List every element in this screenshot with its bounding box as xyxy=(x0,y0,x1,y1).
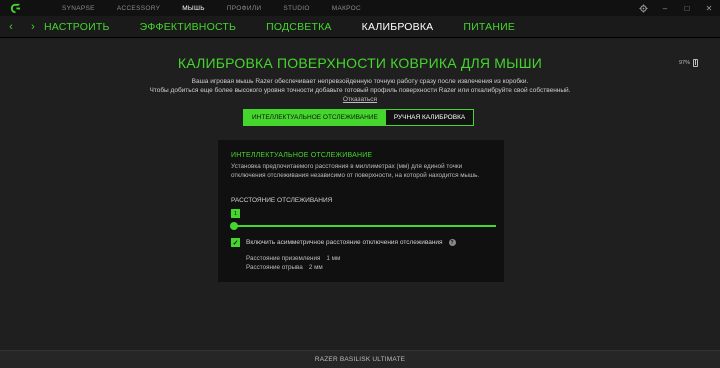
page-title: КАЛИБРОВКА ПОВЕРХНОСТИ КОВРИКА ДЛЯ МЫШИ xyxy=(177,55,543,71)
asymmetric-checkbox[interactable]: ✓ xyxy=(231,238,240,247)
liftoff-distance-value: 2 мм xyxy=(308,264,323,271)
description-line-2: Чтобы добиться еще более высокого уровня… xyxy=(149,87,571,94)
battery-percent: 97% xyxy=(678,60,690,66)
tab-performance[interactable]: ЭФФЕКТИВНОСТЬ xyxy=(140,21,237,33)
topnav-profiles[interactable]: ПРОФИЛИ xyxy=(227,5,262,12)
smart-tracking-button[interactable]: ИНТЕЛЛЕКТУАЛЬНОЕ ОТСЛЕЖИВАНИЕ xyxy=(244,110,386,125)
topnav-macros[interactable]: МАКРОС xyxy=(332,5,361,12)
liftoff-distance: Расстояние отрыва 2 мм xyxy=(246,264,323,271)
title-bar: SYNAPSE ACCESSORY МЫШЬ ПРОФИЛИ STUDIO МА… xyxy=(0,0,720,16)
description-line-1: Ваша игровая мышь Razer обеспечивает неп… xyxy=(191,78,529,85)
top-navigation: SYNAPSE ACCESSORY МЫШЬ ПРОФИЛИ STUDIO МА… xyxy=(30,0,383,16)
razer-logo-icon xyxy=(0,0,30,16)
smart-tracking-card: ИНТЕЛЛЕКТУАЛЬНОЕ ОТСЛЕЖИВАНИЕ Установка … xyxy=(218,140,504,282)
device-name: RAZER BASILISK ULTIMATE xyxy=(314,356,406,363)
cancel-link[interactable]: Отказаться xyxy=(0,95,720,104)
card-title: ИНТЕЛЛЕКТУАЛЬНОЕ ОТСЛЕЖИВАНИЕ xyxy=(231,152,373,159)
liftoff-distance-label: Расстояние отрыва xyxy=(246,264,303,271)
back-arrow-icon[interactable]: ‹ xyxy=(9,21,13,33)
battery-indicator: 97% xyxy=(679,59,698,67)
maximize-button[interactable]: □ xyxy=(676,0,698,16)
card-description: Установка предпочитаемого расстояния в м… xyxy=(231,163,480,179)
asymmetric-option: ✓ Включить асимметричное расстояние откл… xyxy=(231,238,456,247)
tab-lighting[interactable]: ПОДСВЕТКА xyxy=(266,21,332,33)
landing-distance-label: Расстояние приземления xyxy=(246,255,321,262)
tracking-distance-label: РАССТОЯНИЕ ОТСЛЕЖИВАНИЯ xyxy=(231,197,333,204)
tracking-distance-slider[interactable] xyxy=(233,225,496,227)
slider-value-badge: 1 xyxy=(231,209,240,218)
topnav-accessory[interactable]: ACCESSORY xyxy=(117,5,160,12)
landing-distance-value: 1 мм xyxy=(326,255,341,262)
topnav-mouse[interactable]: МЫШЬ xyxy=(182,5,205,12)
tab-bar: ‹ › НАСТРОИТЬ ЭФФЕКТИВНОСТЬ ПОДСВЕТКА КА… xyxy=(0,16,720,38)
tab-customize[interactable]: НАСТРОИТЬ xyxy=(44,21,110,33)
calibration-mode-toggle: ИНТЕЛЛЕКТУАЛЬНОЕ ОТСЛЕЖИВАНИЕ РУЧНАЯ КАЛ… xyxy=(243,109,475,126)
device-footer: RAZER BASILISK ULTIMATE xyxy=(0,350,720,368)
tabs: НАСТРОИТЬ ЭФФЕКТИВНОСТЬ ПОДСВЕТКА КАЛИБР… xyxy=(44,16,545,38)
tab-power[interactable]: ПИТАНИЕ xyxy=(463,21,515,33)
info-icon[interactable]: ? xyxy=(448,239,456,246)
manual-calibration-button[interactable]: РУЧНАЯ КАЛИБРОВКА xyxy=(385,110,474,125)
tab-calibration[interactable]: КАЛИБРОВКА xyxy=(362,21,434,33)
window-controls: – □ ✕ xyxy=(632,0,720,16)
minimize-button[interactable]: – xyxy=(654,0,676,16)
battery-icon xyxy=(693,59,698,67)
landing-distance: Расстояние приземления 1 мм xyxy=(246,255,340,262)
asymmetric-checkbox-label[interactable]: Включить асимметричное расстояние отключ… xyxy=(246,239,443,246)
topnav-synapse[interactable]: SYNAPSE xyxy=(62,5,95,12)
nav-arrows: ‹ › xyxy=(0,21,44,33)
close-button[interactable]: ✕ xyxy=(698,0,720,16)
slider-handle[interactable] xyxy=(230,222,238,230)
razer-synapse-window: SYNAPSE ACCESSORY МЫШЬ ПРОФИЛИ STUDIO МА… xyxy=(0,0,720,368)
settings-gear-icon[interactable] xyxy=(632,0,654,16)
topnav-studio[interactable]: STUDIO xyxy=(283,5,309,12)
page-description: Ваша игровая мышь Razer обеспечивает неп… xyxy=(0,77,720,104)
forward-arrow-icon[interactable]: › xyxy=(31,21,35,33)
